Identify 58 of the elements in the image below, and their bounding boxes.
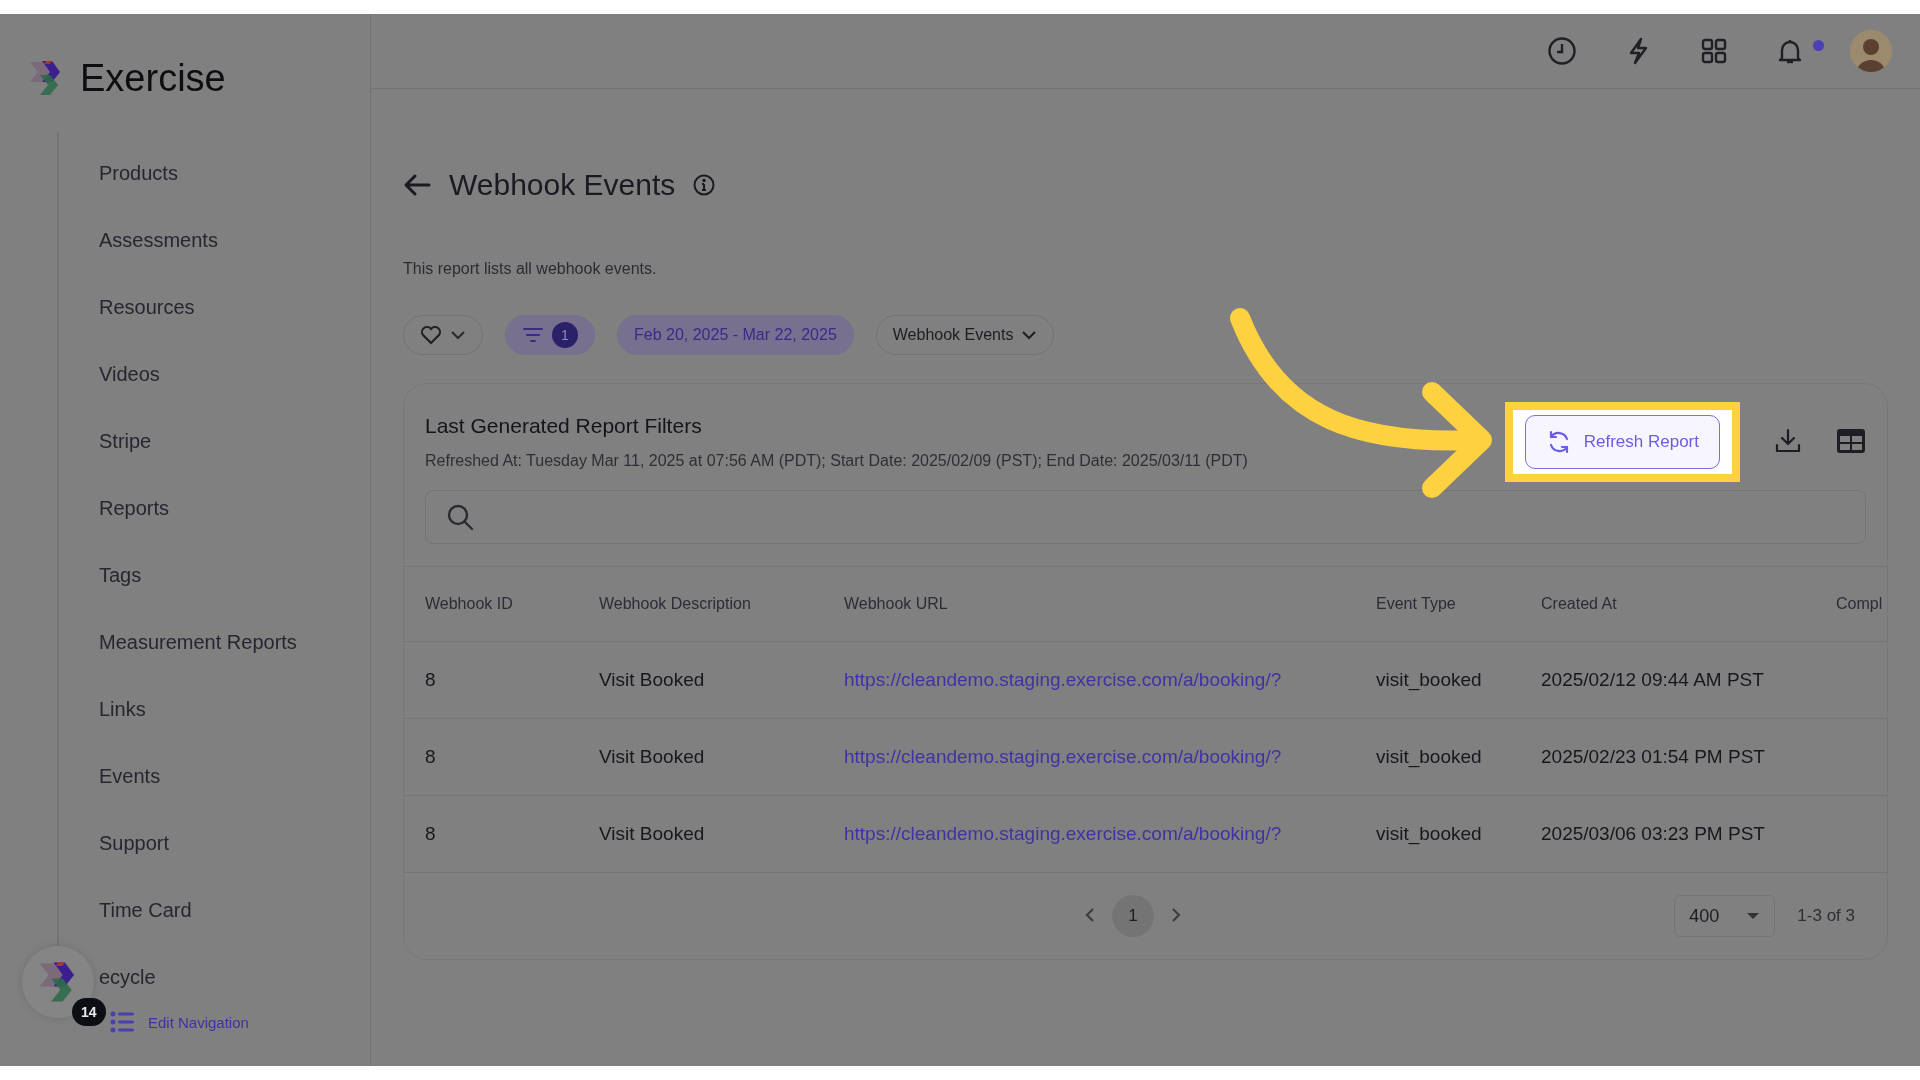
search-field[interactable]: [425, 490, 1866, 544]
chevron-down-icon: [1021, 330, 1038, 340]
brand-name: Exercise: [80, 56, 226, 100]
column-header[interactable]: Webhook ID: [425, 595, 599, 613]
heart-icon: [420, 325, 442, 345]
column-header[interactable]: Event Type: [1376, 595, 1541, 613]
edit-navigation-link[interactable]: Edit Navigation: [148, 1013, 249, 1031]
back-arrow-icon[interactable]: [403, 173, 431, 197]
sidebar-item[interactable]: Links: [99, 676, 146, 743]
table-cell-text: 2025/02/23 01:54 PM PST: [1541, 746, 1766, 768]
page-button[interactable]: 1: [1112, 895, 1154, 937]
url-link[interactable]: https://cleandemo.staging.exercise.com/a/booking/?: [844, 746, 1376, 768]
column-header[interactable]: Compl: [1836, 595, 1887, 613]
sidebar-item[interactable]: Resources: [99, 274, 195, 341]
table-cell-text: Visit Booked: [599, 669, 706, 691]
sidebar-item[interactable]: Time Card: [99, 877, 192, 944]
page-size-dropdown[interactable]: 400: [1674, 895, 1776, 937]
sidebar-item[interactable]: Tags: [99, 542, 142, 609]
history-icon[interactable]: [1546, 35, 1578, 67]
column-header[interactable]: Created At: [1541, 595, 1836, 613]
avatar[interactable]: [1850, 30, 1892, 72]
list-icon: [110, 1011, 134, 1033]
sidebar-item[interactable]: Measurement Reports: [99, 609, 297, 676]
table-cell-text: Visit Booked: [599, 823, 706, 845]
card-title: Last Generated Report Filters: [425, 414, 703, 438]
search-icon: [446, 503, 474, 531]
page-description: This report lists all webhook events.: [403, 260, 658, 278]
sidebar-item[interactable]: Stripe: [99, 408, 152, 475]
info-icon[interactable]: [693, 174, 716, 196]
table-cell-text: 8: [425, 669, 437, 691]
url-link[interactable]: https://cleandemo.staging.exercise.com/a/booking/?: [844, 823, 1376, 845]
count-badge: 14: [72, 998, 106, 1026]
table-cell-text: 2025/02/12 09:44 AM PST: [1541, 669, 1765, 691]
table-cell-text: visit_booked: [1376, 746, 1483, 768]
sidebar-item[interactable]: Assessments: [99, 207, 218, 274]
page-range: 1-3 of 3: [1797, 906, 1855, 926]
filter-button[interactable]: 1: [505, 315, 595, 355]
date-range-button[interactable]: Feb 20, 2025 - Mar 22, 2025: [617, 315, 854, 355]
sidebar-item[interactable]: Reports: [99, 475, 170, 542]
refresh-report-button[interactable]: Refresh Report: [1524, 415, 1720, 469]
chevron-down-icon: [450, 330, 466, 340]
sidebar-item[interactable]: Support: [99, 810, 170, 877]
caret-down-icon: [1746, 912, 1761, 920]
sidebar-item[interactable]: Products: [99, 140, 178, 207]
refreshed-info: Refreshed At: Tuesday Mar 11, 2025 at 07:56 AM (PDT); Start Date: 2025/02/09 (PST); End Date: 2025/03/11 (PDT): [425, 452, 1249, 470]
table-cell-text: visit_booked: [1376, 823, 1483, 845]
column-header[interactable]: Webhook URL: [844, 595, 1376, 613]
url-link[interactable]: https://cleandemo.staging.exercise.com/a/booking/?: [844, 669, 1376, 691]
table-cell-text: Visit Booked: [599, 746, 706, 768]
table-cell-text: 8: [425, 823, 437, 845]
table-cell-text: 2025/03/06 03:23 PM PST: [1541, 823, 1766, 845]
table-cell-text: visit_booked: [1376, 669, 1483, 691]
column-header[interactable]: Webhook Description: [599, 595, 844, 613]
filter-icon: [522, 326, 544, 344]
page-title: Webhook Events: [449, 168, 676, 202]
sidebar-item[interactable]: Events: [99, 743, 161, 810]
table-cell-text: 8: [425, 746, 437, 768]
sidebar-item[interactable]: Videos: [99, 341, 160, 408]
